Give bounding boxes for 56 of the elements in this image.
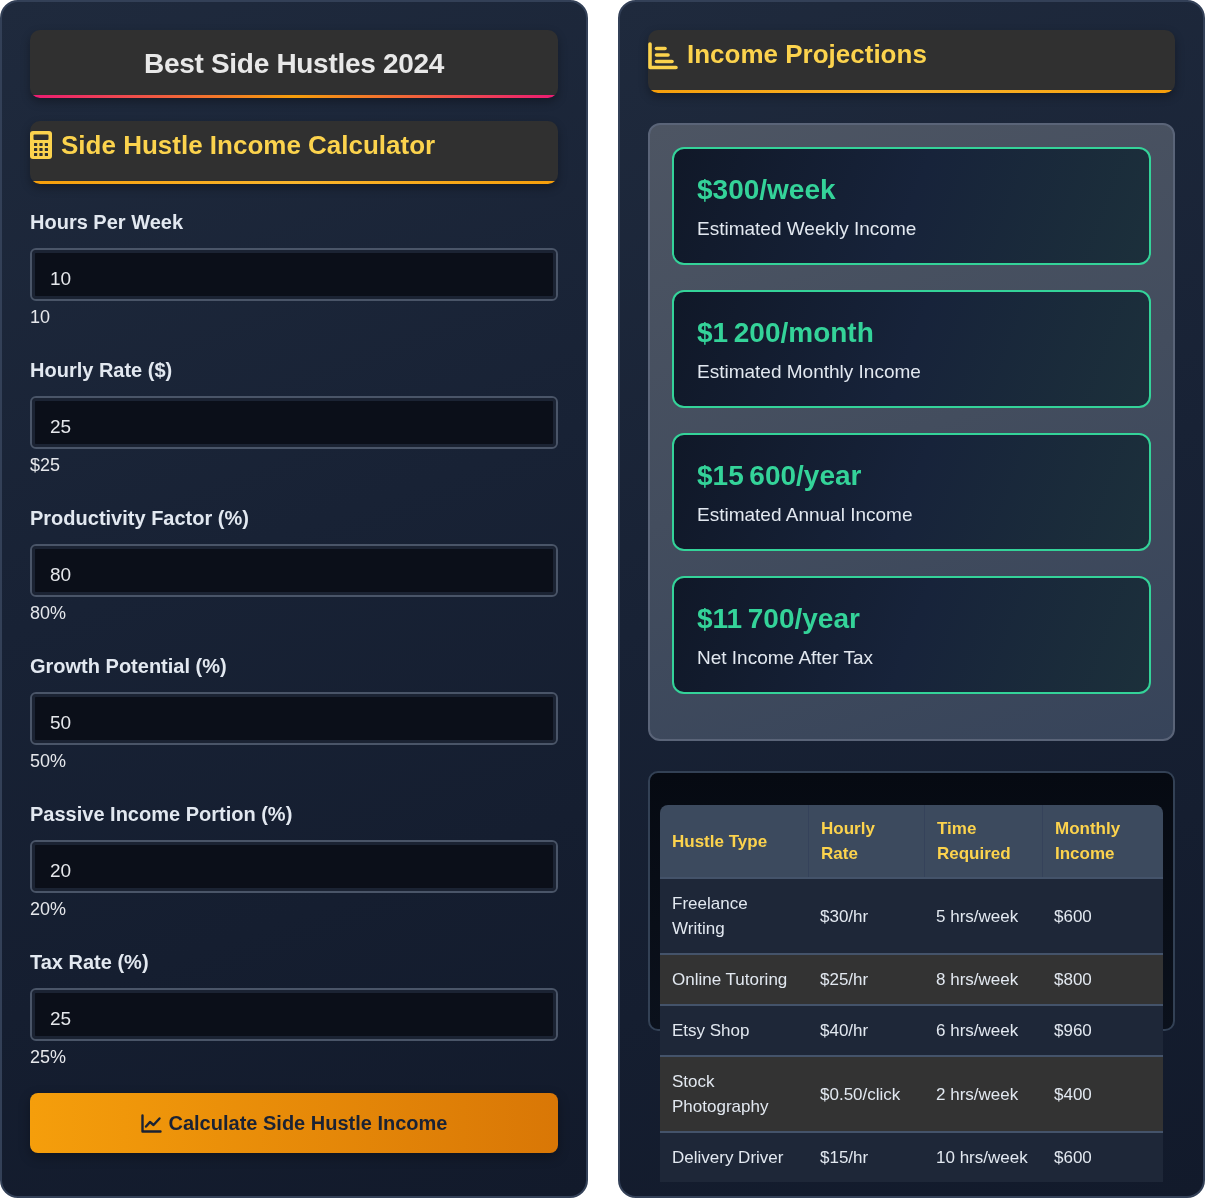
table-cell: 6 hrs/week — [924, 1004, 1042, 1055]
field-label: Hours Per Week — [30, 210, 185, 234]
value-display: 20% — [30, 898, 68, 920]
result-value: $15 600/year — [697, 459, 863, 493]
field-label: Growth Potential (%) — [30, 654, 228, 678]
value-display: 10 — [30, 306, 52, 328]
page-title: Best Side Hustles 2024 — [144, 47, 444, 81]
table-cell: $600 — [1042, 1131, 1163, 1182]
table-cell: 2 hrs/week — [924, 1055, 1042, 1131]
column-header: Hustle Type — [660, 805, 808, 877]
number-input[interactable]: 80 — [30, 544, 558, 597]
column-header: Hourly Rate — [808, 805, 924, 877]
field-label: Productivity Factor (%) — [30, 506, 250, 530]
table-cell: $30/hr — [808, 877, 924, 953]
result-value: $300/week — [697, 173, 837, 207]
table-cell: $40/hr — [808, 1004, 924, 1055]
value-display: 25% — [30, 1046, 68, 1068]
result-label: Estimated Weekly Income — [697, 217, 918, 241]
column-header: Monthly Income — [1042, 805, 1163, 877]
table-cell: Etsy Shop — [660, 1004, 808, 1055]
number-input[interactable]: 50 — [30, 692, 558, 745]
column-header: Time Required — [924, 805, 1042, 877]
result-label: Estimated Annual Income — [697, 503, 914, 527]
table-cell: Delivery Driver — [660, 1131, 808, 1182]
table-cell: $600 — [1042, 877, 1163, 953]
table-cell: $25/hr — [808, 953, 924, 1004]
field-label: Passive Income Portion (%) — [30, 802, 294, 826]
table-cell: $800 — [1042, 953, 1163, 1004]
number-input[interactable]: 20 — [30, 840, 558, 893]
number-input[interactable]: 25 — [30, 988, 558, 1041]
number-input[interactable]: 10 — [30, 248, 558, 301]
line-chart-icon — [140, 1113, 162, 1133]
field-label: Hourly Rate ($) — [30, 358, 174, 382]
result-label: Net Income After Tax — [697, 646, 874, 670]
result-value: $1 200/month — [697, 316, 875, 350]
value-display: $25 — [30, 454, 62, 476]
table-cell: 8 hrs/week — [924, 953, 1042, 1004]
table-cell: 10 hrs/week — [924, 1131, 1042, 1182]
calculate-button[interactable]: Calculate Side Hustle Income — [30, 1093, 558, 1153]
table-cell: $400 — [1042, 1055, 1163, 1131]
table-cell: Stock Photography — [660, 1055, 808, 1131]
section-title: Side Hustle Income Calculator — [61, 130, 436, 160]
table-cell: 5 hrs/week — [924, 877, 1042, 953]
table-cell: $0.50/click — [808, 1055, 924, 1131]
section-title: Income Projections — [687, 39, 927, 69]
value-display: 80% — [30, 602, 68, 624]
table-cell: Online Tutoring — [660, 953, 808, 1004]
number-input[interactable]: 25 — [30, 396, 558, 449]
table-cell: $15/hr — [808, 1131, 924, 1182]
bar-chart-icon — [648, 42, 678, 70]
table-cell: $960 — [1042, 1004, 1163, 1055]
value-display: 50% — [30, 750, 68, 772]
result-label: Estimated Monthly Income — [697, 360, 922, 384]
field-label: Tax Rate (%) — [30, 950, 150, 974]
result-value: $11 700/year — [697, 602, 861, 636]
table-cell: Freelance Writing — [660, 877, 808, 953]
